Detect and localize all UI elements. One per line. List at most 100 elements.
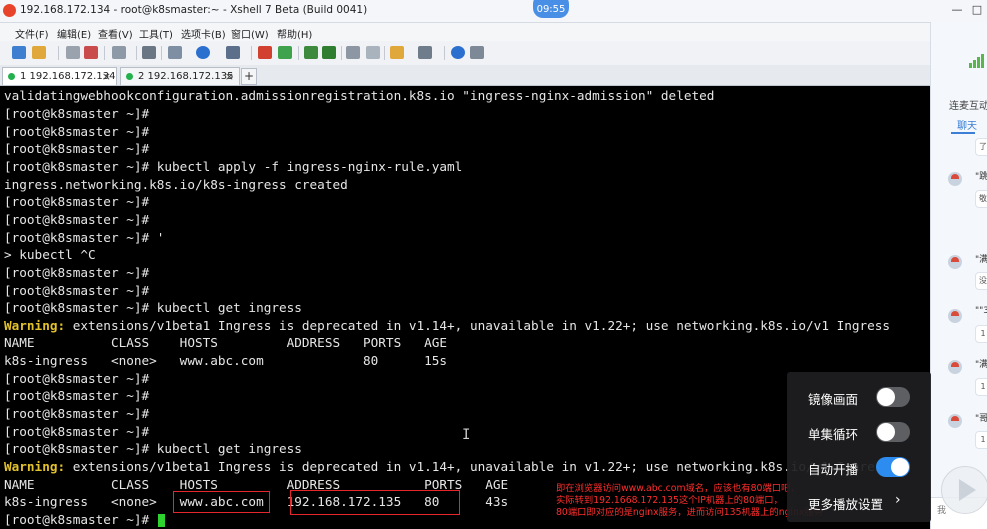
transfer-icon[interactable] [366,46,380,59]
highlight-box-host [173,491,270,513]
chevron-right-icon[interactable]: › [895,492,901,508]
chat-reply: 1 [975,431,987,449]
active-tab-underline [951,132,975,134]
warning-line: Warning: extensions/v1beta1 Ingress is d… [4,317,890,335]
chat-reply: 敬 [975,190,987,208]
maximize-button[interactable]: □ [970,4,984,16]
terminal-line: [root@k8smaster ~]# [4,424,150,439]
menu-file[interactable]: 文件(F) [15,26,49,41]
minimize-button[interactable]: — [950,4,964,16]
chat-message: ""3 [975,306,987,316]
autoplay-toggle[interactable] [876,457,910,477]
chat-reply: 1 [975,378,987,396]
terminal-line: [root@k8smaster ~]# [4,283,150,298]
terminal-prompt: [root@k8smaster ~]# [4,512,157,527]
help-icon[interactable] [451,46,465,59]
tab-chat[interactable]: 聊天 [957,117,977,132]
open-folder-icon[interactable] [32,46,46,59]
tab-session-1[interactable]: 1 192.168.172.134 × [2,67,117,85]
globe-icon[interactable] [196,46,210,59]
warning-label: Warning: [4,459,66,474]
tab-bar: 1 192.168.172.134 × 2 192.168.172.135 × … [0,65,930,86]
chat-message: "满 [975,255,987,265]
menu-view[interactable]: 查看(V) [98,26,133,41]
lock-icon[interactable] [322,46,336,59]
chat-side-panel: 连麦互动 聊天 了 "跳 敬 "满 没 ""3 1 "满 1 "哥 1 我 [930,22,987,529]
disconnect-icon[interactable] [84,46,98,59]
toolbar-separator [58,46,59,60]
terminal-line: [root@k8smaster ~]# [4,212,150,227]
more-playback-settings-link[interactable]: 更多播放设置 [808,494,883,513]
clock-badge: 09:55 [533,0,569,18]
toolbar-separator [104,46,105,60]
avatar [948,172,962,186]
warning-label: Warning: [4,318,66,333]
ibeam-cursor-icon: I [462,427,471,443]
table-header: NAME CLASS HOSTS ADDRESS PORTS AGE [4,335,448,350]
toolbar-separator [444,46,445,60]
mic-interaction-label[interactable]: 连麦互动 [949,97,987,112]
menu-edit[interactable]: 编辑(E) [57,26,91,41]
fullscreen-icon[interactable] [304,46,318,59]
loop-toggle[interactable] [876,422,910,442]
menu-tabs[interactable]: 选项卡(B) [181,26,226,41]
menu-window[interactable]: 窗口(W) [231,26,269,41]
connected-status-icon [126,73,133,80]
terminal-line: > kubectl ^C [4,247,96,262]
toolbar [0,41,930,66]
terminal-line: [root@k8smaster ~]# kubectl get ingress [4,441,302,456]
loop-setting-row: 单集循环 [808,422,923,442]
chat-icon[interactable] [470,46,484,59]
toggle-knob [877,423,895,441]
connect-icon[interactable] [66,46,80,59]
toolbar-separator [161,46,162,60]
close-tab-icon[interactable]: × [102,68,111,85]
warning-text: extensions/v1beta1 Ingress is deprecated… [65,459,891,474]
tab-label: 2 192.168.172.135 [138,71,234,82]
playback-settings-menu: 镜像画面 单集循环 自动开播 更多播放设置 › [787,372,931,522]
chat-message: "哥 [975,414,987,424]
terminal-line: [root@k8smaster ~]# [4,141,150,156]
window-title: 192.168.172.134 - root@k8smaster:~ - Xsh… [20,4,368,16]
warning-line: Warning: extensions/v1beta1 Ingress is d… [4,458,890,476]
sftp-icon[interactable] [278,46,292,59]
xftp-icon[interactable] [258,46,272,59]
toolbar-separator [136,46,137,60]
menu-tools[interactable]: 工具(T) [139,26,173,41]
keyboard-icon[interactable] [346,46,360,59]
warning-text: extensions/v1beta1 Ingress is deprecated… [65,318,891,333]
autoplay-setting-row: 自动开播 [808,457,923,477]
find-icon[interactable] [142,46,156,59]
layout-icon[interactable] [418,46,432,59]
connected-status-icon [8,73,15,80]
table-row: k8s-ingress <none> www.abc.com 80 15s [4,353,448,368]
mirror-setting-row: 镜像画面 [808,387,923,407]
chat-reply: 没 [975,272,987,290]
toolbar-separator [384,46,385,60]
chat-message: "满 [975,360,987,370]
new-session-icon[interactable] [12,46,26,59]
tab-session-2[interactable]: 2 192.168.172.135 × [120,67,240,85]
xshell-logo-icon [3,4,16,17]
play-icon[interactable] [941,466,987,514]
title-bar: 192.168.172.134 - root@k8smaster:~ - Xsh… [0,0,987,23]
add-tab-button[interactable]: + [241,68,257,85]
terminal-line: validatingwebhookconfiguration.admission… [4,88,715,103]
chat-message: "跳 [975,172,987,182]
terminal-line: [root@k8smaster ~]# [4,194,150,209]
toolbar-separator [341,46,342,60]
terminal-line: [root@k8smaster ~]# kubectl apply -f ing… [4,159,463,174]
avatar [948,360,962,374]
mirror-toggle[interactable] [876,387,910,407]
properties-icon[interactable] [112,46,126,59]
compose-icon[interactable] [168,46,182,59]
terminal-cursor [158,514,165,527]
terminal-line: [root@k8smaster ~]# [4,124,150,139]
terminal-line: [root@k8smaster ~]# [4,265,150,280]
font-icon[interactable] [226,46,240,59]
setting-label: 镜像画面 [808,392,859,407]
menu-help[interactable]: 帮助(H) [277,26,312,41]
highlight-box-address [290,490,460,515]
close-tab-icon[interactable]: × [225,68,234,85]
script-icon[interactable] [390,46,404,59]
